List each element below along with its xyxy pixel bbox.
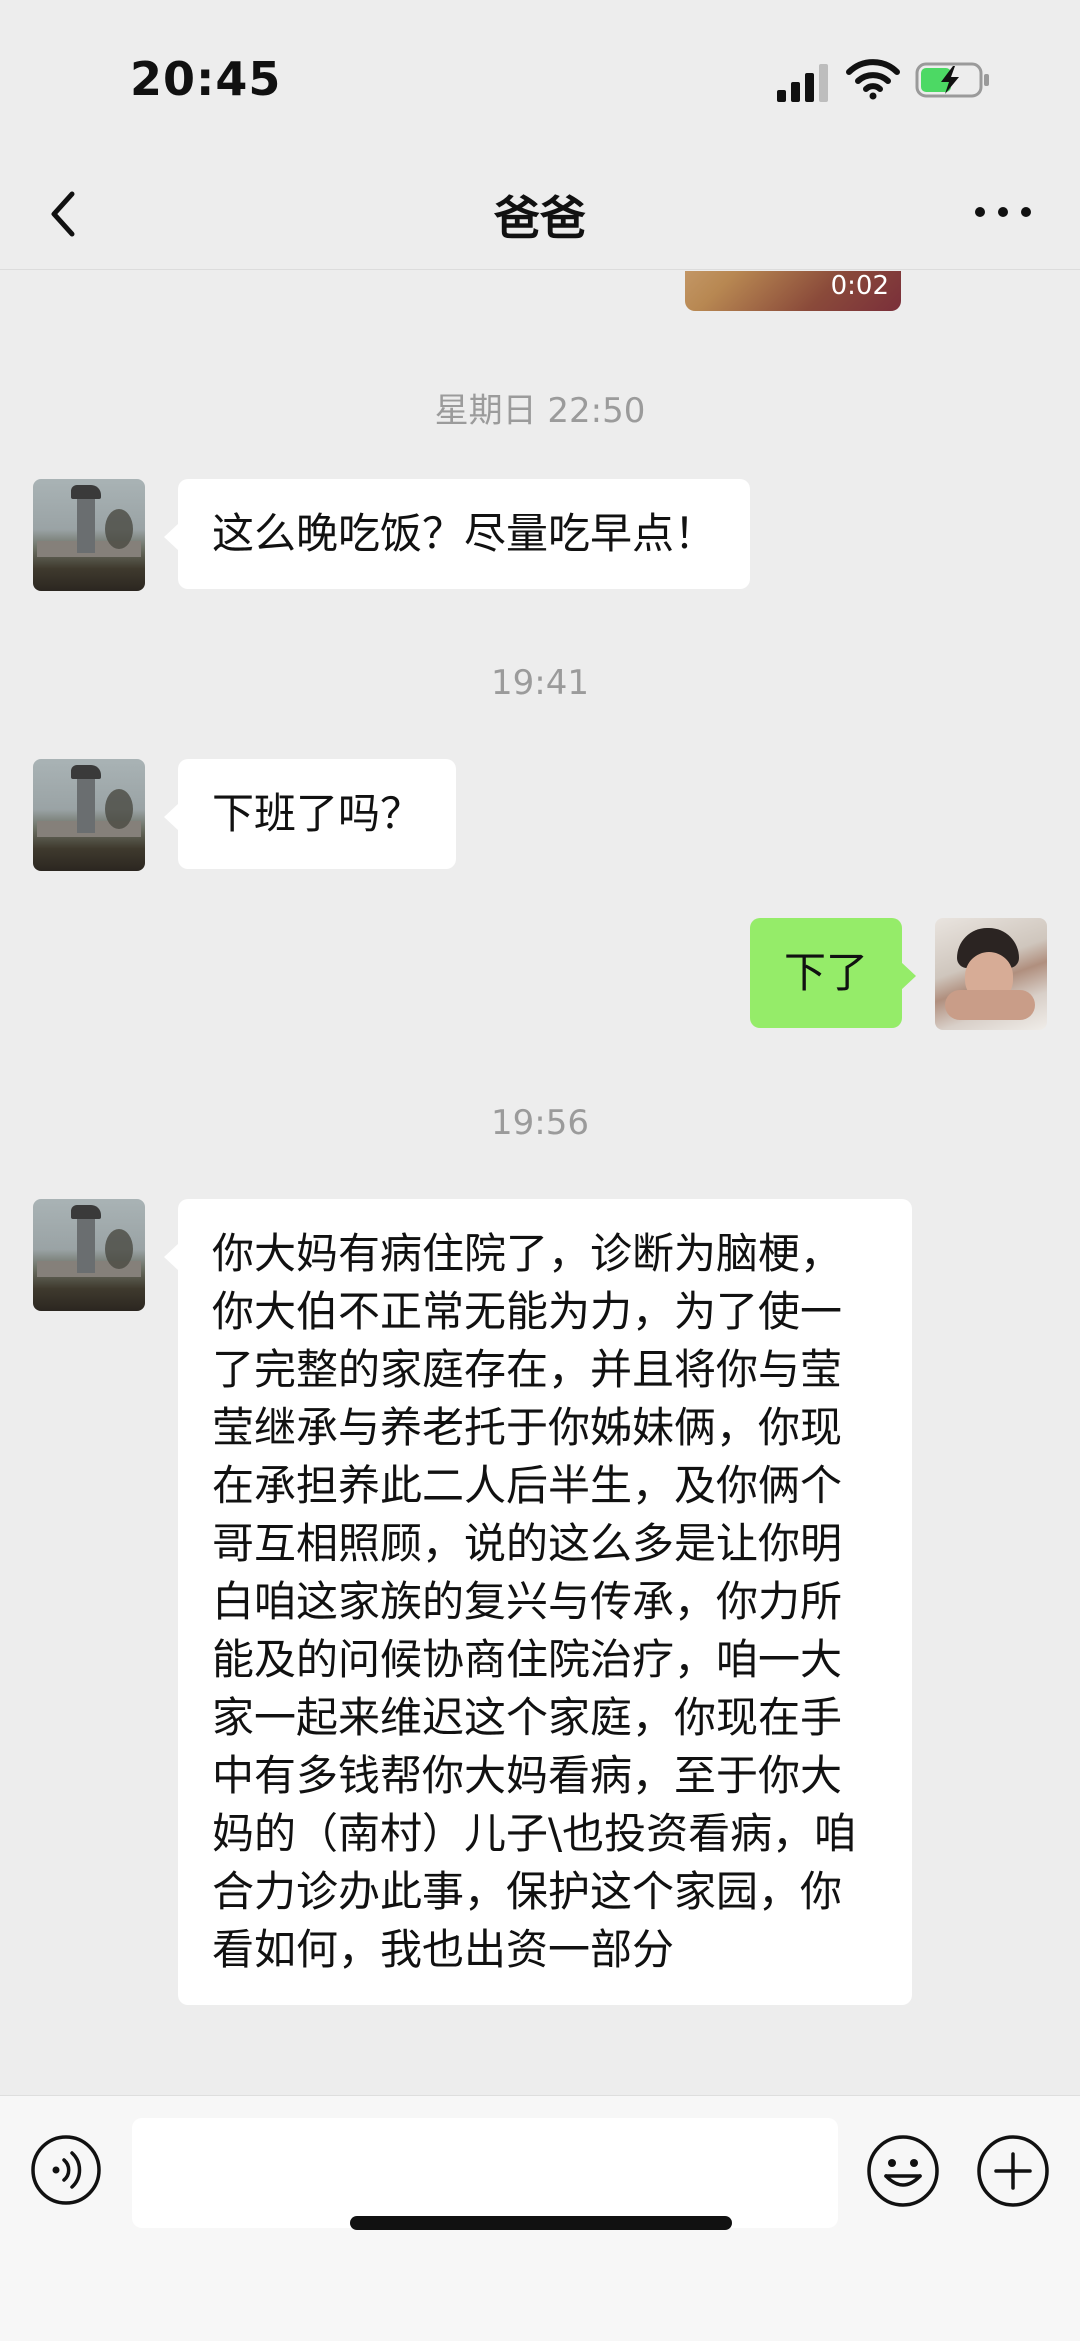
nav-bar: 爸爸 [0, 160, 1080, 270]
video-duration: 0:02 [830, 271, 889, 301]
timestamp: 星期日 22:50 [434, 391, 646, 431]
emoji-icon[interactable] [866, 2134, 940, 2208]
message-bubble-outgoing[interactable]: 下了 [749, 918, 917, 1028]
message-input[interactable] [132, 2118, 838, 2228]
battery-charging-icon [915, 62, 989, 98]
status-bar: 20:45 [0, 0, 1080, 160]
message-bubble-incoming[interactable]: 下班了吗？ [163, 759, 457, 869]
home-indicator[interactable] [350, 2216, 732, 2230]
timestamp: 19:56 [491, 1103, 589, 1143]
chat-title: 爸爸 [494, 191, 586, 245]
timestamp: 19:41 [491, 663, 589, 703]
signal-icon [777, 64, 828, 102]
plus-icon[interactable] [976, 2134, 1050, 2208]
video-message-thumbnail[interactable]: 0:02 [685, 271, 901, 311]
message-bubble-incoming-long[interactable]: 你大妈有病住院了，诊断为脑梗，你大伯不正常无能为力，为了使一了完整的家庭存在，并… [164, 1199, 912, 2005]
status-time: 20:45 [130, 52, 282, 106]
message-bubble-incoming[interactable]: 这么晚吃饭？尽量吃早点！ [163, 479, 751, 589]
contact-avatar[interactable] [33, 1199, 145, 1311]
contact-avatar[interactable] [33, 479, 145, 591]
user-avatar[interactable] [935, 918, 1047, 1030]
voice-icon[interactable] [30, 2134, 102, 2206]
contact-avatar[interactable] [33, 759, 145, 871]
chat-area[interactable]: 0:02 星期日 22:50 这么晚吃饭？尽量吃早点！ 19:41 下班了吗？ … [0, 271, 1080, 2095]
wifi-icon [846, 59, 900, 100]
more-dots-icon[interactable] [970, 190, 1036, 234]
